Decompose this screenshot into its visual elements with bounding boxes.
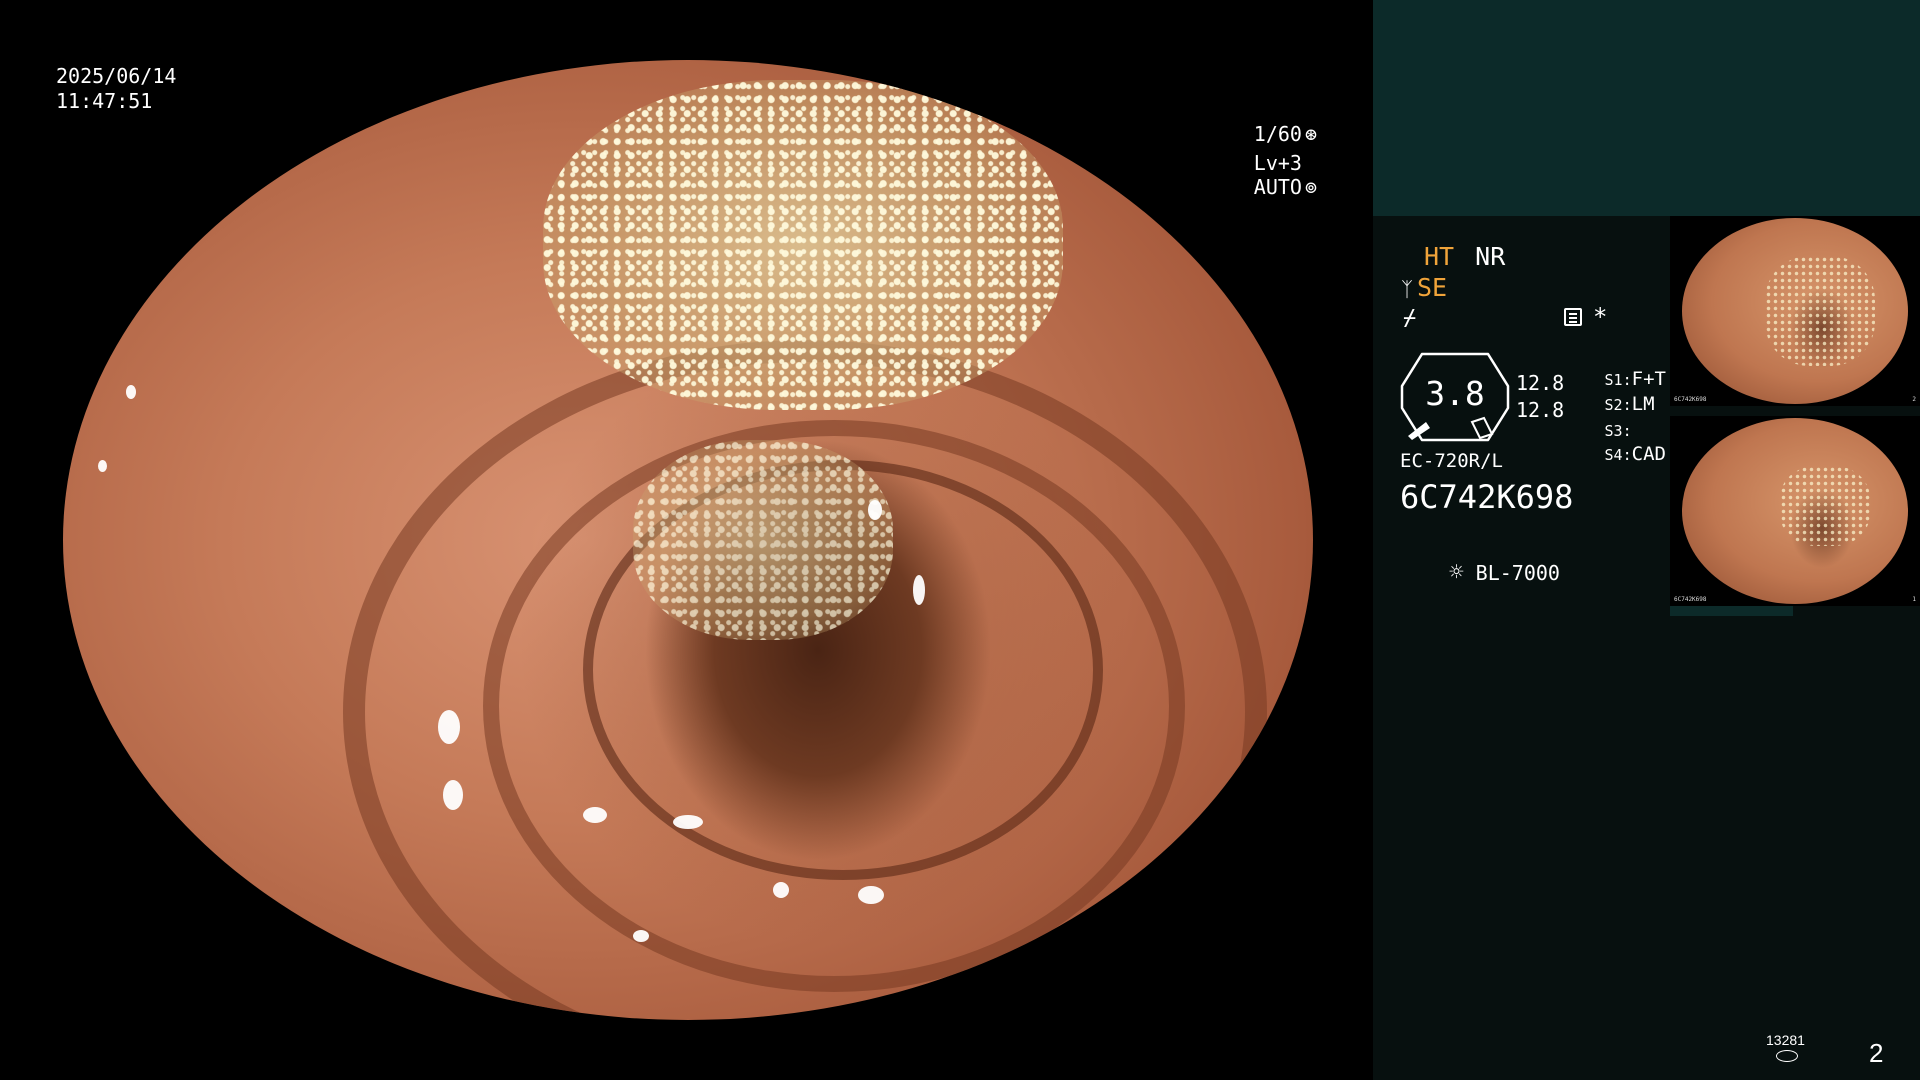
- light-source-model: BL-7000: [1475, 561, 1560, 585]
- light-bulb-icon: ☼: [1449, 558, 1464, 586]
- panel-header-area: [1373, 0, 1920, 216]
- thumbnail-index: 1: [1912, 596, 1916, 603]
- zoom-gauge: 3.8: [1400, 352, 1510, 442]
- level-value: Lv+3: [1253, 151, 1302, 175]
- specular-highlight: [98, 460, 107, 472]
- switch-key: S4:: [1604, 446, 1632, 464]
- thumbnail-serial: 6C742K698: [1674, 596, 1707, 603]
- frame-mask-top: [0, 0, 1373, 60]
- specular-highlight: [913, 575, 925, 605]
- thumbnail-capture-2[interactable]: 6C742K698 1: [1670, 416, 1920, 606]
- specular-highlight: [673, 815, 703, 829]
- exposure-readout: Lv+3 AUTO ⊚: [1206, 127, 1317, 223]
- switch-value: LM: [1631, 393, 1655, 415]
- auto-iris-icon: ⊚: [1304, 175, 1317, 199]
- frame-mask-bottom: [0, 1020, 1373, 1080]
- endoscope-viewport: 2025/06/14 11:47:51 1/60 ⊛ Lv+3 AUTO ⊚: [0, 0, 1373, 1080]
- thumbnail-serial: 6C742K698: [1674, 396, 1707, 403]
- switch-value: CAD: [1631, 443, 1666, 465]
- page-number: 2: [1869, 1038, 1884, 1068]
- structure-enhancement-icon: ᛉ: [1401, 277, 1413, 301]
- freeze-icon: ⌿: [1403, 306, 1417, 331]
- nr-indicator: NR: [1475, 242, 1506, 271]
- thumbnail-capture-1[interactable]: 6C742K698 2: [1670, 216, 1920, 406]
- date-label: 2025/06/14: [56, 64, 177, 88]
- se-indicator: SE: [1417, 273, 1448, 302]
- mucosal-deposit-lower: [633, 440, 893, 640]
- info-panel: HT NR ᛉ SE ⌿ * 3.8 12.8 12.8 S1:F+T S2:LM…: [1373, 0, 1920, 1080]
- scope-model: EC-720R/L: [1400, 450, 1503, 472]
- specular-highlight: [858, 886, 884, 904]
- specular-highlight: [583, 807, 607, 823]
- switch-s4: S4:CAD: [1566, 424, 1666, 484]
- ht-indicator: HT: [1424, 242, 1455, 271]
- thumbnail-deposit: [1780, 466, 1870, 546]
- mucosal-deposit-upper: [543, 80, 1063, 410]
- thumbnail-strip-bar: [1670, 606, 1793, 616]
- specular-highlight: [126, 385, 136, 399]
- time-label: 11:47:51: [56, 89, 153, 113]
- asterisk-indicator: *: [1593, 303, 1608, 331]
- image-counter: 13281: [1766, 1032, 1805, 1048]
- exposure-mode: AUTO: [1253, 175, 1302, 199]
- thumbnail-deposit: [1765, 256, 1875, 366]
- specular-highlight: [868, 500, 882, 520]
- scope-serial: 6C742K698: [1400, 478, 1574, 516]
- specular-highlight: [443, 780, 463, 810]
- zoom-value-a: 12.8: [1516, 371, 1565, 395]
- endoscopic-image: [63, 60, 1313, 1020]
- zoom-value-b: 12.8: [1516, 398, 1565, 422]
- settings-list-icon: [1564, 308, 1582, 326]
- specular-highlight: [438, 710, 460, 744]
- specular-highlight: [773, 882, 789, 898]
- zoom-value: 3.8: [1425, 374, 1485, 413]
- enhancement-row: HT NR: [1424, 242, 1505, 272]
- storage-disk-icon: [1776, 1050, 1798, 1062]
- thumbnail-index: 2: [1912, 396, 1916, 403]
- light-source-row: ☼ BL-7000: [1401, 530, 1560, 615]
- specular-highlight: [633, 930, 649, 942]
- specular-highlight: [473, 998, 491, 1012]
- se-row: ᛉ SE: [1401, 273, 1447, 304]
